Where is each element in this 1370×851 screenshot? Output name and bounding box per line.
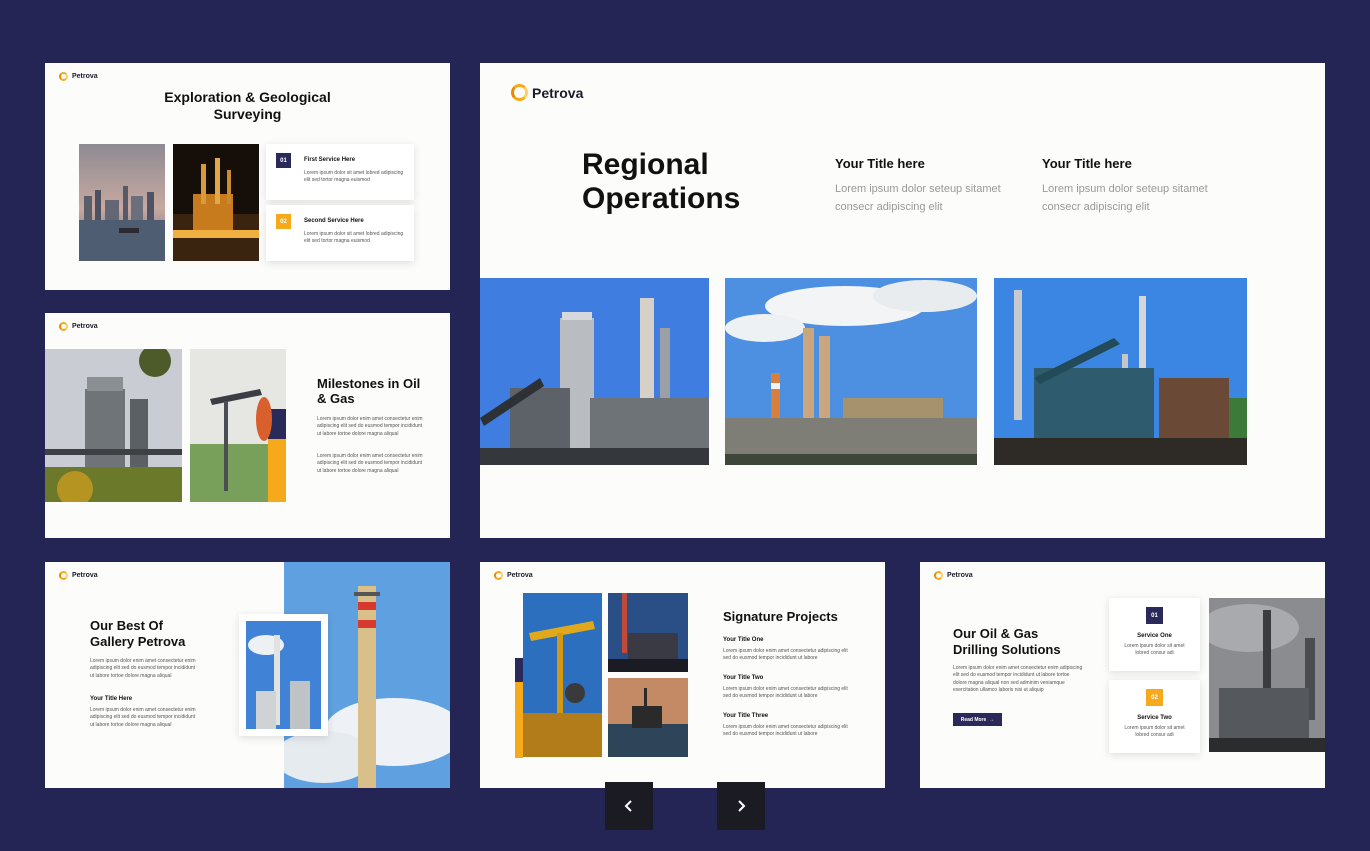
prev-slide-button[interactable] bbox=[605, 782, 653, 830]
service-title: Second Service Here bbox=[304, 218, 364, 224]
project-title: Your Title Three bbox=[723, 713, 769, 719]
brand-name: Petrova bbox=[507, 572, 533, 579]
service-text: Lorem ipsum dolor sit amet lobred consur… bbox=[1124, 725, 1185, 739]
accent-bar-yellow bbox=[515, 682, 523, 758]
slide-exploration[interactable]: Petrova Exploration & Geological Surveyi… bbox=[45, 63, 450, 290]
project-text: Lorem ipsum dolor enim amet consectetur … bbox=[723, 724, 848, 738]
brand-logo: Petrova bbox=[934, 571, 973, 580]
brand-name: Petrova bbox=[947, 572, 973, 579]
chevron-left-icon bbox=[624, 800, 632, 812]
slide-title: Our Oil & Gas Drilling Solutions bbox=[953, 626, 1061, 657]
logo-icon bbox=[59, 322, 68, 331]
column-text: Lorem ipsum dolor seteup sitamet consecr… bbox=[835, 183, 1001, 213]
service-card[interactable]: 02 Service Two Lorem ipsum dolor sit ame… bbox=[1109, 680, 1200, 753]
slide-drilling-solutions[interactable]: Petrova Our Oil & Gas Drilling Solutions… bbox=[920, 562, 1325, 788]
slide-paragraph: Lorem ipsum dolor enim amet consectetur … bbox=[90, 658, 196, 679]
slide-paragraph: Lorem ipsum dolor enim amet consectetur … bbox=[317, 453, 423, 474]
read-more-label: Read More bbox=[960, 716, 987, 723]
slide-milestones[interactable]: Petrova Milestones in Oil & Gas Lorem ip… bbox=[45, 313, 450, 538]
logo-icon bbox=[59, 571, 68, 580]
service-number: 02 bbox=[276, 214, 291, 229]
project-title: Your Title Two bbox=[723, 675, 764, 681]
slide-title: Regional Operations bbox=[582, 148, 741, 215]
service-title: Service One bbox=[1137, 633, 1172, 639]
brand-name: Petrova bbox=[72, 73, 98, 80]
industrial-plant-photo bbox=[994, 278, 1247, 465]
smokestacks-photo bbox=[725, 278, 977, 465]
arrow-right-icon: → bbox=[989, 716, 995, 723]
slide-signature-projects[interactable]: Petrova Signature Projects Your Title On… bbox=[480, 562, 885, 788]
service-text: Lorem ipsum dolor sit amet lobred consur… bbox=[1124, 643, 1185, 657]
chevron-right-icon bbox=[738, 800, 746, 812]
city-port-photo bbox=[79, 144, 165, 261]
project-text: Lorem ipsum dolor enim amet consectetur … bbox=[723, 686, 848, 700]
column-text: Lorem ipsum dolor seteup sitamet consecr… bbox=[1042, 183, 1208, 213]
service-card[interactable]: 01 First Service Here Lorem ipsum dolor … bbox=[266, 144, 414, 200]
slide-regional-operations[interactable]: Petrova Regional Operations Your Title h… bbox=[480, 63, 1325, 538]
brand-logo: Petrova bbox=[59, 571, 98, 580]
night-plant-photo bbox=[173, 144, 259, 261]
brand-logo: Petrova bbox=[59, 72, 98, 81]
service-card[interactable]: 02 Second Service Here Lorem ipsum dolor… bbox=[266, 205, 414, 261]
service-number: 01 bbox=[1146, 607, 1163, 624]
brand-name: Petrova bbox=[532, 84, 584, 101]
next-slide-button[interactable] bbox=[717, 782, 765, 830]
logo-icon bbox=[511, 84, 528, 101]
logo-icon bbox=[494, 571, 503, 580]
service-card[interactable]: 01 Service One Lorem ipsum dolor sit ame… bbox=[1109, 598, 1200, 671]
brand-logo: Petrova bbox=[494, 571, 533, 580]
column-title: Your Title here bbox=[1042, 156, 1132, 171]
service-number: 02 bbox=[1146, 689, 1163, 706]
plant-sunset-photo bbox=[608, 593, 688, 672]
slide-title: Our Best Of Gallery Petrova bbox=[90, 618, 186, 649]
slide-title: Milestones in Oil & Gas bbox=[317, 376, 421, 406]
refinery-tower-photo bbox=[45, 349, 182, 502]
service-text: Lorem ipsum dolor sit amet lobred adipis… bbox=[304, 231, 404, 245]
project-title: Your Title One bbox=[723, 637, 764, 643]
service-title: First Service Here bbox=[304, 157, 356, 163]
pumpjack-photo bbox=[190, 349, 286, 502]
brand-name: Petrova bbox=[72, 572, 98, 579]
brand-logo: Petrova bbox=[511, 84, 583, 101]
service-number: 01 bbox=[276, 153, 291, 168]
slide-paragraph: Lorem ipsum dolor enim amet consectetur … bbox=[317, 416, 423, 437]
logo-icon bbox=[934, 571, 943, 580]
read-more-button[interactable]: Read More → bbox=[953, 713, 1002, 726]
logo-icon bbox=[59, 72, 68, 81]
framed-photo bbox=[239, 614, 328, 736]
brand-logo: Petrova bbox=[59, 322, 98, 331]
slide-paragraph: Lorem ipsum dolor enim amet consectetur … bbox=[953, 665, 1083, 693]
column-title: Your Title here bbox=[835, 156, 925, 171]
slide-paragraph: Lorem ipsum dolor enim amet consectetur … bbox=[90, 707, 196, 728]
slide-title: Exploration & Geological Surveying bbox=[164, 89, 331, 122]
project-text: Lorem ipsum dolor enim amet consectetur … bbox=[723, 648, 848, 662]
pumpjack-photo bbox=[523, 593, 602, 757]
slide-gallery[interactable]: Petrova Our Best Of Gallery Petrova Lore… bbox=[45, 562, 450, 788]
refinery-columns-photo bbox=[480, 278, 709, 465]
slide-subtitle: Your Title Here bbox=[90, 696, 133, 702]
service-text: Lorem ipsum dolor sit amet lobred adipis… bbox=[304, 170, 404, 184]
power-plant-photo bbox=[1209, 598, 1325, 752]
offshore-rig-photo bbox=[608, 678, 688, 757]
brand-name: Petrova bbox=[72, 323, 98, 330]
slide-title: Signature Projects bbox=[723, 609, 838, 624]
service-title: Service Two bbox=[1137, 715, 1172, 721]
